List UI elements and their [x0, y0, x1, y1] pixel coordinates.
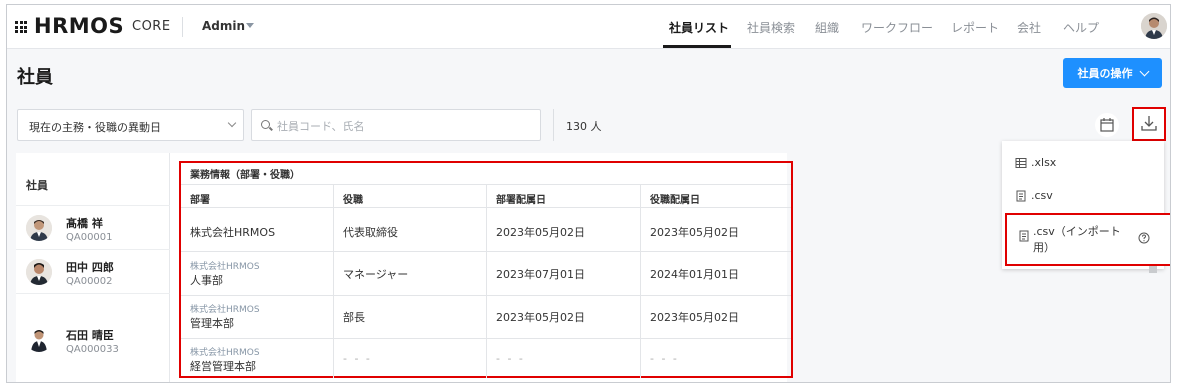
position-date-cell: 2024年01月01日 — [650, 268, 739, 281]
document-icon — [1016, 190, 1026, 201]
position-cell: - - - — [343, 352, 372, 365]
position-cell: マネージャー — [343, 268, 409, 281]
nav-active-indicator — [663, 45, 731, 48]
department-cell: 人事部 — [190, 274, 223, 287]
user-avatar[interactable] — [1141, 13, 1167, 39]
nav-report[interactable]: レポート — [951, 19, 999, 36]
employee-operations-label: 社員の操作 — [1077, 67, 1133, 80]
department-date-cell: 2023年07月01日 — [496, 268, 585, 281]
chevron-down-icon[interactable] — [246, 23, 254, 28]
employee-code: QA00002 — [66, 276, 113, 287]
document-icon — [1019, 230, 1029, 242]
position-date-cell: - - - — [650, 352, 679, 365]
nav-organization[interactable]: 組織 — [815, 19, 839, 36]
column-header-position-date[interactable]: 役職配属日 — [650, 191, 700, 206]
divider — [486, 184, 487, 378]
menu-item-label: .csv — [1031, 189, 1053, 202]
department-date-cell: 2023年05月02日 — [496, 311, 585, 324]
company-name: 株式会社HRMOS — [190, 262, 260, 272]
company-name: 株式会社HRMOS — [190, 348, 260, 358]
department-date-cell: - - - — [496, 352, 525, 365]
employee-search[interactable] — [251, 109, 541, 141]
column-header-position[interactable]: 役職 — [343, 191, 363, 206]
help-icon[interactable] — [1138, 232, 1150, 244]
date-basis-select[interactable]: 現在の主務・役職の異動日 — [17, 109, 244, 141]
department-cell: 経営管理本部 — [190, 360, 256, 373]
date-basis-value: 現在の主務・役職の異動日 — [29, 121, 161, 134]
employee-name[interactable]: 石田 晴臣 — [66, 327, 114, 343]
business-info-group: 業務情報（部署・役職） 部署 役職 部署配属日 役職配属日 株式会社HRMOS … — [179, 161, 793, 378]
divider — [333, 184, 334, 378]
app-window: HRMOS CORE Admin 社員リスト 社員検索 組織 ワークフロー レポ… — [6, 4, 1171, 383]
nav-employee-search[interactable]: 社員検索 — [747, 19, 795, 36]
table-row[interactable]: 田中 四郎 QA00002 — [16, 249, 170, 293]
menu-item-csv[interactable]: .csv — [1015, 189, 1053, 202]
department-cell: 株式会社HRMOS — [190, 226, 276, 239]
position-cell: 部長 — [343, 311, 365, 324]
column-header-department[interactable]: 部署 — [190, 191, 210, 206]
nav-help[interactable]: ヘルプ — [1063, 19, 1099, 36]
menu-item-label: .xlsx — [1031, 156, 1057, 169]
download-icon — [1141, 116, 1157, 131]
table-row[interactable]: 髙橋 祥 QA00001 — [16, 205, 170, 249]
nav-company[interactable]: 会社 — [1017, 19, 1041, 36]
employee-count: 130 人 — [566, 120, 602, 133]
employee-column: 社員 髙橋 祥 QA00001 田中 四郎 QA00002 石田 晴臣 QA00… — [16, 153, 170, 382]
download-button[interactable] — [1132, 107, 1166, 141]
avatar — [26, 326, 52, 352]
header-divider — [182, 17, 183, 37]
menu-item-label: .csv（インポート用） — [1033, 225, 1121, 254]
chevron-down-icon — [227, 118, 237, 128]
group-header-business-info: 業務情報（部署・役職） — [190, 170, 300, 181]
position-date-cell: 2023年05月02日 — [650, 311, 739, 324]
position-cell: 代表取締役 — [343, 226, 398, 239]
employee-operations-button[interactable]: 社員の操作 — [1063, 58, 1162, 88]
search-input[interactable] — [277, 117, 527, 135]
top-navigation-bar: HRMOS CORE Admin 社員リスト 社員検索 組織 ワークフロー レポ… — [7, 5, 1170, 49]
column-header-employee: 社員 — [26, 179, 48, 192]
employee-code: QA000033 — [66, 344, 119, 355]
page-title: 社員 — [17, 67, 53, 88]
avatar — [26, 259, 52, 285]
position-date-cell: 2023年05月02日 — [650, 226, 739, 239]
role-switcher[interactable]: Admin — [202, 19, 245, 33]
employee-code: QA00001 — [66, 232, 113, 243]
avatar — [26, 215, 52, 241]
employee-table: 社員 髙橋 祥 QA00001 田中 四郎 QA00002 石田 晴臣 QA00… — [16, 153, 793, 382]
department-cell: 管理本部 — [190, 317, 234, 330]
nav-workflow[interactable]: ワークフロー — [861, 19, 933, 36]
divider — [640, 184, 641, 378]
employee-name[interactable]: 田中 四郎 — [66, 259, 114, 275]
company-name: 株式会社HRMOS — [190, 305, 260, 315]
search-icon — [261, 120, 270, 129]
column-header-department-date[interactable]: 部署配属日 — [496, 191, 546, 206]
chevron-down-icon — [1139, 66, 1149, 76]
product-logo[interactable]: HRMOS — [34, 14, 124, 38]
department-date-cell: 2023年05月02日 — [496, 226, 585, 239]
menu-item-csv-import[interactable]: .csv（インポート用） — [1005, 213, 1170, 266]
table-row[interactable]: 石田 晴臣 QA000033 — [16, 293, 170, 382]
menu-item-xlsx[interactable]: .xlsx — [1015, 156, 1056, 169]
filter-divider — [553, 109, 554, 141]
spreadsheet-icon — [1015, 157, 1027, 168]
calendar-icon[interactable] — [1095, 113, 1119, 137]
employee-name[interactable]: 髙橋 祥 — [66, 215, 103, 231]
product-edition: CORE — [132, 19, 171, 34]
app-grid-icon[interactable] — [15, 21, 27, 33]
nav-employee-list[interactable]: 社員リスト — [669, 19, 729, 36]
